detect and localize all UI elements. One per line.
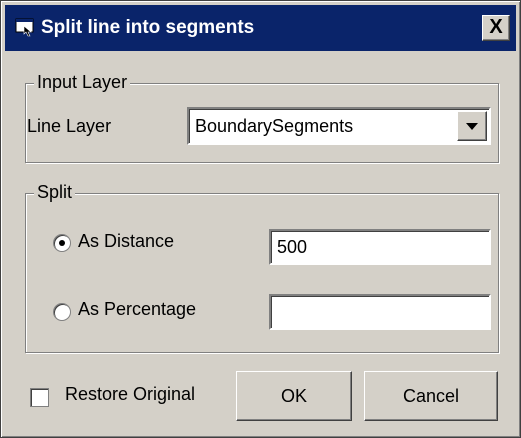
distance-input[interactable]: 500 <box>269 229 491 265</box>
restore-original-checkbox[interactable] <box>30 388 49 407</box>
app-window-icon <box>15 18 34 37</box>
split-group-label: Split <box>34 182 76 203</box>
as-distance-label[interactable]: As Distance <box>78 231 174 252</box>
cancel-button[interactable]: Cancel <box>364 371 498 421</box>
split-group: Split As Distance 500 As Percentage <box>25 182 499 353</box>
input-layer-group: Input Layer Line Layer BoundarySegments <box>25 72 499 163</box>
title-bar[interactable]: Split line into segments X <box>5 5 516 51</box>
close-icon: X <box>489 16 503 38</box>
line-layer-dropdown[interactable]: BoundarySegments <box>187 107 491 145</box>
dropdown-button[interactable] <box>457 111 487 141</box>
line-layer-label: Line Layer <box>27 116 112 136</box>
as-percentage-radio[interactable] <box>53 303 71 321</box>
ok-button[interactable]: OK <box>236 371 352 421</box>
dialog-window: Split line into segments X Input Layer L… <box>0 0 521 438</box>
as-distance-radio[interactable] <box>53 234 71 252</box>
line-layer-selected-value: BoundarySegments <box>195 116 354 136</box>
input-layer-group-label: Input Layer <box>34 72 131 93</box>
restore-original-label[interactable]: Restore Original <box>65 384 195 405</box>
dialog-title: Split line into segments <box>41 17 255 38</box>
radio-selected-dot <box>59 240 65 246</box>
as-percentage-label[interactable]: As Percentage <box>78 299 196 320</box>
percentage-input[interactable] <box>269 294 491 330</box>
chevron-down-icon <box>466 123 478 130</box>
close-button[interactable]: X <box>482 15 510 41</box>
